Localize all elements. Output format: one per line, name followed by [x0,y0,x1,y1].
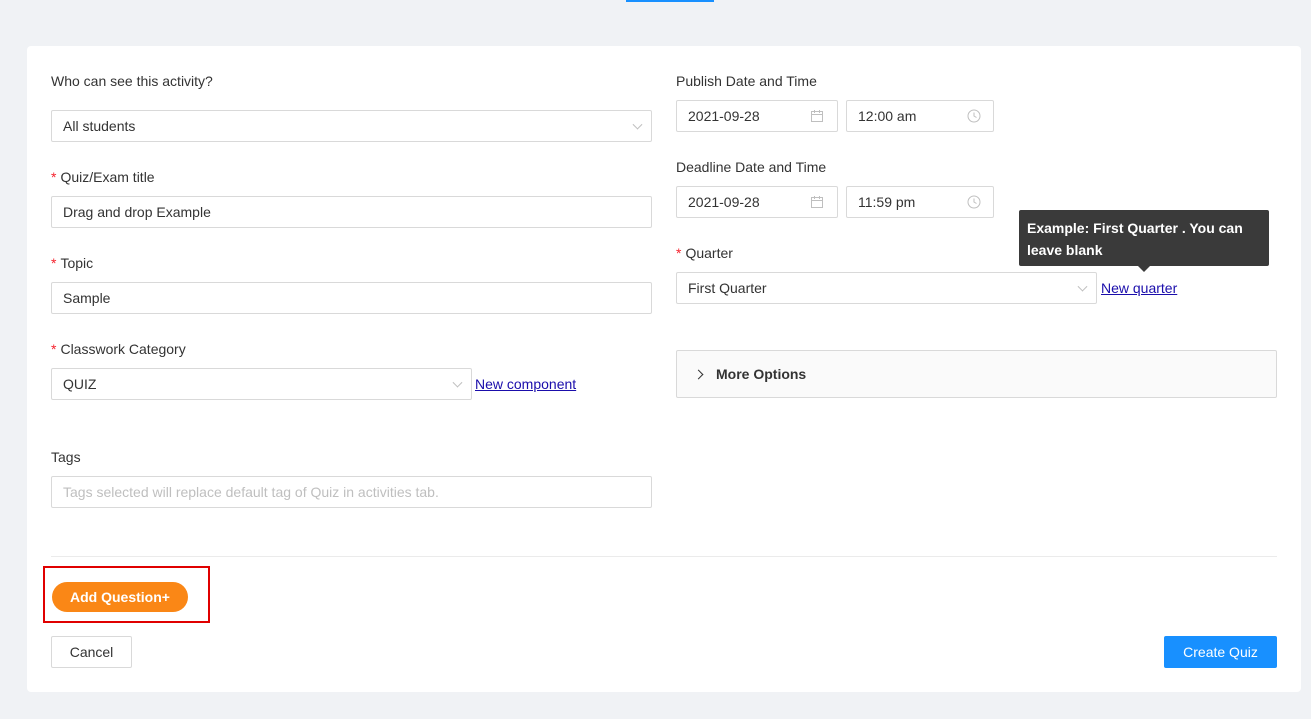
visibility-select[interactable]: All students [51,110,652,142]
clock-icon [967,195,981,209]
quarter-label: * Quarter [676,245,733,261]
topic-input[interactable]: Sample [51,282,652,314]
more-options-label: More Options [716,366,807,382]
add-question-button[interactable]: Add Question+ [52,582,188,612]
cancel-button[interactable]: Cancel [51,636,132,668]
more-options-panel[interactable]: More Options [676,350,1277,398]
divider [51,556,1277,557]
new-quarter-link[interactable]: New quarter [1101,280,1177,296]
title-input[interactable]: Drag and drop Example [51,196,652,228]
tooltip-arrow [1138,266,1150,272]
publish-date-picker[interactable]: 2021-09-28 [676,100,838,132]
calendar-icon [811,110,823,122]
publish-label: Publish Date and Time [676,73,817,89]
active-tab-indicator [626,0,714,2]
visibility-label: Who can see this activity? [51,73,213,89]
category-label: * Classwork Category [51,341,186,357]
chevron-down-icon [632,119,643,130]
new-component-link[interactable]: New component [475,376,576,392]
calendar-icon [811,196,823,208]
topic-label: * Topic [51,255,94,271]
deadline-label: Deadline Date and Time [676,159,827,175]
deadline-time-picker[interactable]: 11:59 pm [846,186,994,218]
create-quiz-button[interactable]: Create Quiz [1164,636,1277,668]
deadline-date-picker[interactable]: 2021-09-28 [676,186,838,218]
quarter-select[interactable]: First Quarter [676,272,1097,304]
title-label: * Quiz/Exam title [51,169,155,185]
tags-label: Tags [51,449,81,465]
tags-input[interactable]: Tags selected will replace default tag o… [51,476,652,508]
publish-time-picker[interactable]: 12:00 am [846,100,994,132]
chevron-down-icon [1077,281,1088,292]
clock-icon [967,109,981,123]
quarter-tooltip: Example: First Quarter . You can leave b… [1019,210,1269,266]
category-select[interactable]: QUIZ [51,368,472,400]
chevron-down-icon [452,377,463,388]
chevron-right-icon [693,369,704,379]
